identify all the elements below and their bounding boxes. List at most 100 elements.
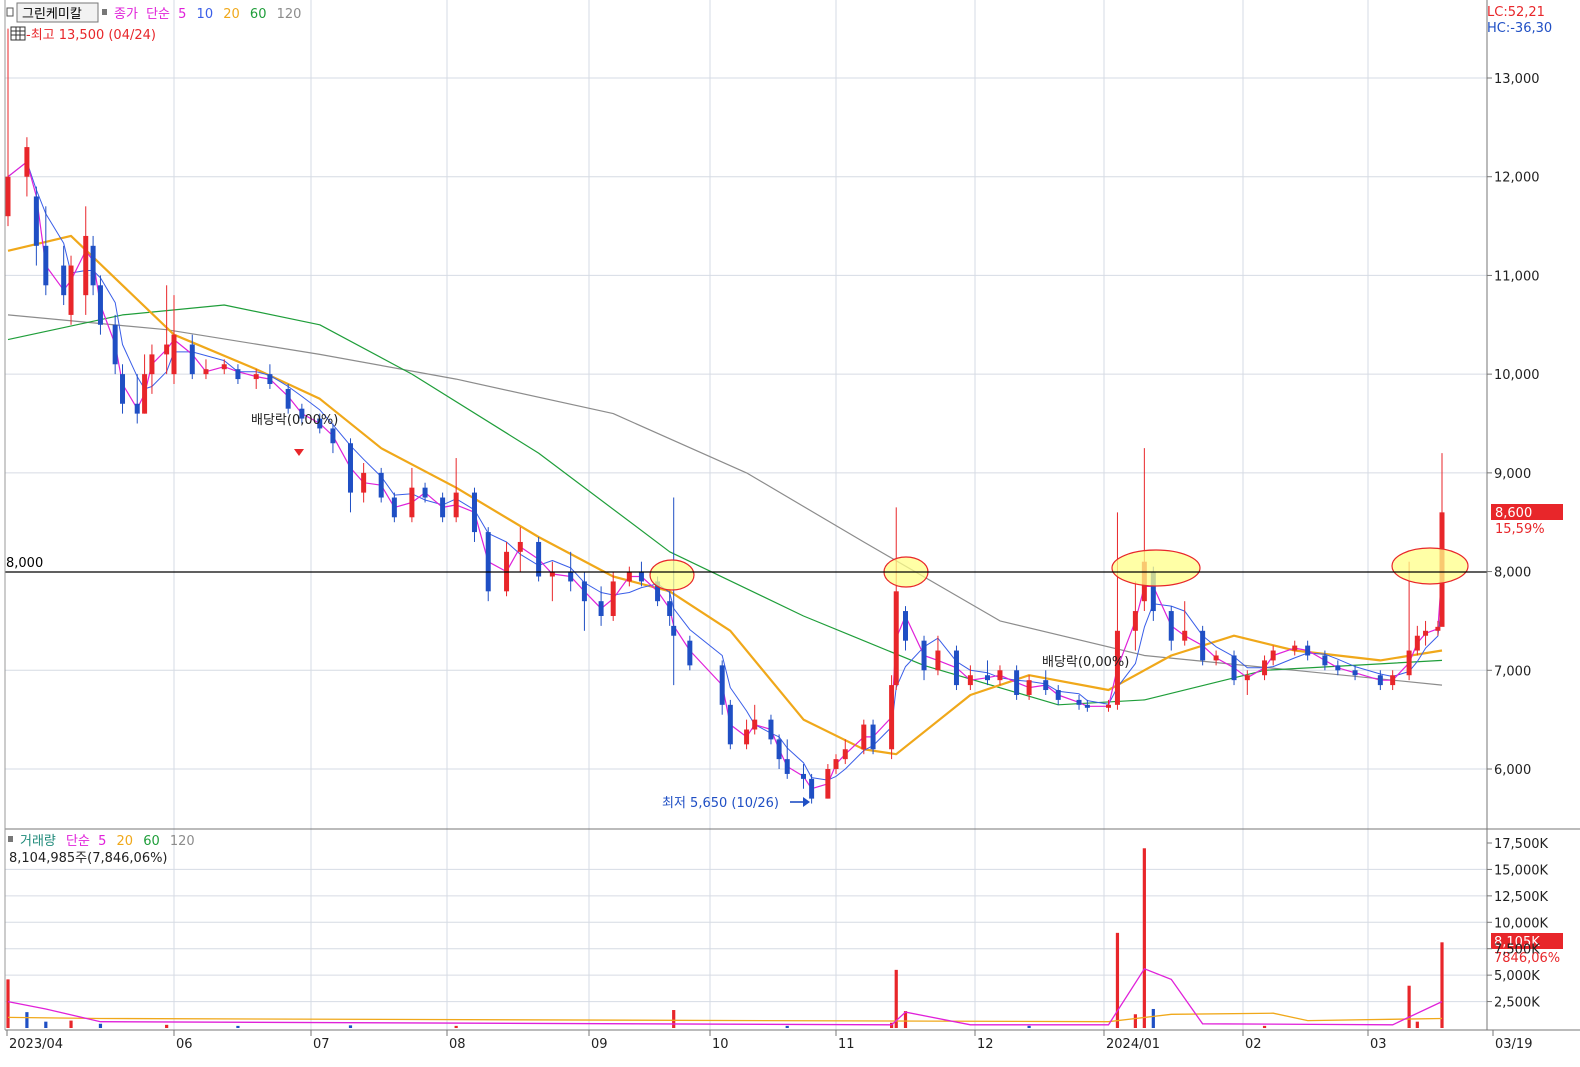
table-icon[interactable] [10,26,26,41]
volume-bars [6,848,1444,1028]
candle-body [409,487,415,518]
candle-body [800,773,806,779]
price-tick-label: 11,000 [1494,269,1540,284]
candle-body [1423,630,1429,636]
price-tick-label: 9,000 [1494,467,1531,482]
highlight-ellipse [649,559,695,591]
candle-body [1305,645,1311,656]
candle-body [1352,670,1358,676]
candle-body [149,354,155,375]
date-tick-label: 09 [591,1037,608,1052]
volume-ma-type: 단순 [66,834,90,849]
candle-body [24,147,30,177]
date-tick-label: 11 [838,1037,855,1052]
candle-body [97,285,103,325]
level-label: 8,000 [6,556,43,571]
volume-bar [348,1025,353,1028]
highlight-ellipse [1391,547,1469,585]
volume-legend-ma120: 120 [170,834,195,849]
dividend-note-2: 배당락(0,00%) [1042,655,1129,670]
candle-body [842,749,848,760]
volume-bar [1262,1025,1267,1028]
volume-legend-ma20: 20 [117,834,134,849]
volume-tick-label: 12,500K [1494,890,1548,905]
candle-body [1026,680,1032,695]
menu-square-icon[interactable] [6,7,14,17]
volume-bar [69,1020,73,1028]
candle-body [1105,704,1111,708]
candle-body [809,778,815,799]
date-tick-label: 03 [1370,1037,1387,1052]
candle-body [267,374,273,385]
candle-body [1270,650,1276,661]
candle-body [568,571,574,582]
candle-body [90,245,96,286]
candle-body [112,324,118,365]
volume-bar [236,1025,240,1028]
volume-bar [1407,985,1411,1028]
highlight-circles [649,547,1469,591]
candle-body [935,650,941,671]
candle-body [361,472,367,493]
candle-body [752,719,758,730]
volume-legend-ma60: 60 [143,834,160,849]
candle-body [610,581,616,616]
date-axis-ticks: 2023/04 06 07 08 09 10 11 12 2024/01 02 03 03/19 [6,1030,1532,1052]
candle-body [1231,655,1237,681]
candle-body [422,487,428,498]
price-tick-label: 7,000 [1494,664,1531,679]
candle-body [598,601,604,616]
price-tick-label: 6,000 [1494,763,1531,778]
candle-body [120,374,126,404]
volume-bar [672,1010,676,1028]
lc-value: LC:52,21 [1487,5,1545,20]
candle-body [1292,645,1298,651]
candle-body [581,581,587,602]
candle-body [1262,660,1268,676]
candle-body [626,571,632,582]
volume-bar [1151,1008,1155,1028]
candle-body [1213,655,1219,661]
legend-ma5: 5 [178,7,186,22]
candle-body [1055,690,1061,700]
candle-body [347,443,353,493]
candle-body [1084,704,1090,708]
volume-legend: 거래량 단순 5 20 60 120 [20,834,195,849]
date-tick-label: 2023/04 [9,1037,63,1052]
candle-body [203,369,209,375]
candle-body [61,265,67,296]
candle-body [1244,675,1250,681]
volume-axis-ticks: 17,500K 15,000K 12,500K 10,000K 7,500K 5,000K… [1487,837,1548,1011]
chart-canvas[interactable]: 8,000 그린케미칼 종가 단순 5 10 20 60 120 -최고 13,… [0,0,1580,1063]
legend-ma-type: 단순 [146,7,170,22]
legend-ma10: 10 [197,7,214,22]
price-ma-legend: 종가 단순 5 10 20 60 120 [114,7,301,22]
legend-price: 종가 [114,7,138,22]
volume-bar [454,1025,458,1028]
date-tick-label: 02 [1245,1037,1262,1052]
volume-tick-label: 5,000K [1494,969,1540,984]
candle-body [861,724,867,750]
candle-body [1076,699,1082,705]
highlight-ellipse [1111,549,1201,587]
candle-body [825,769,831,799]
volume-tick-label: 2,500K [1494,996,1540,1011]
volume-ma20-line [7,1012,1443,1023]
price-tick-label: 13,000 [1494,72,1540,87]
volume-tick-label: 15,000K [1494,863,1548,878]
candle-body [440,497,446,518]
candle-body [189,344,195,375]
volume-tick-label: 17,500K [1494,837,1548,852]
ma120-line [7,314,1443,686]
legend-square-icon [102,9,107,15]
date-tick-label: 03/19 [1495,1037,1532,1052]
price-tick-label: 8,000 [1494,566,1531,581]
candle-body [984,675,990,681]
candle-body [33,196,39,246]
date-tick-label: 07 [313,1037,330,1052]
candle-body [1406,650,1412,676]
volume-bar [98,1023,103,1028]
candle-body [171,334,177,375]
volume-title: 거래량 [20,834,56,849]
date-tick-label: 10 [712,1037,729,1052]
